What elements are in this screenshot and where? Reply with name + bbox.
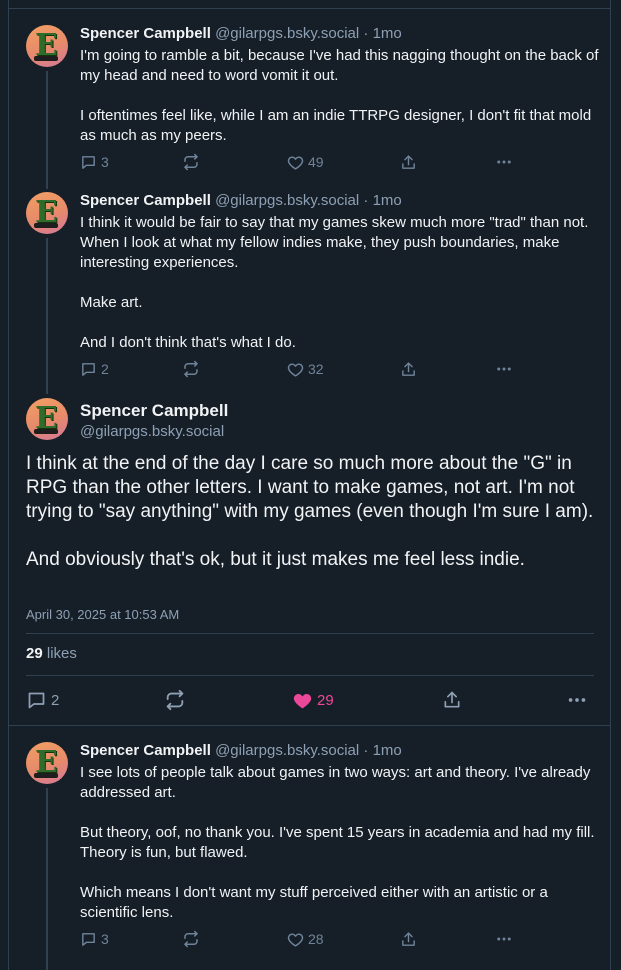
author-handle[interactable]: @gilarpgs.bsky.social xyxy=(215,742,359,759)
more-icon xyxy=(497,937,511,941)
post-actions: 2 32 xyxy=(80,359,520,379)
repost-icon xyxy=(184,930,198,948)
share-button[interactable] xyxy=(400,152,417,172)
more-button[interactable] xyxy=(495,929,513,949)
reply-button[interactable]: 3 xyxy=(80,152,109,172)
like-button[interactable]: 32 xyxy=(287,359,324,379)
more-button[interactable] xyxy=(495,359,513,379)
top-divider xyxy=(8,8,611,9)
post-date[interactable]: April 30, 2025 at 10:53 AM xyxy=(26,606,179,624)
reply-icon xyxy=(82,932,95,946)
repost-button[interactable] xyxy=(182,152,200,172)
avatar[interactable]: E xyxy=(26,398,68,440)
separator-dot: · xyxy=(363,742,369,759)
more-icon xyxy=(497,367,511,371)
reply-button[interactable]: 2 xyxy=(80,359,109,379)
post-text: I'm going to ramble a bit, because I've … xyxy=(80,47,599,144)
like-button[interactable]: 29 xyxy=(292,688,334,712)
author-name[interactable]: Spencer Campbell xyxy=(80,742,211,759)
post[interactable]: Spencer Campbell @gilarpgs.bsky.social ·… xyxy=(80,24,600,146)
repost-button[interactable] xyxy=(164,688,186,712)
heart-icon xyxy=(287,932,304,947)
post-time[interactable]: 1mo xyxy=(373,192,402,209)
repost-icon xyxy=(184,153,198,171)
thread-line xyxy=(46,71,48,189)
divider xyxy=(26,633,594,634)
reply-icon xyxy=(82,155,95,169)
divider xyxy=(8,725,611,726)
reply-icon xyxy=(82,362,95,376)
post-actions: 3 28 xyxy=(80,929,520,949)
post[interactable]: Spencer Campbell @gilarpgs.bsky.social ·… xyxy=(80,741,600,923)
author-name[interactable]: Spencer Campbell xyxy=(80,192,211,209)
share-icon xyxy=(444,691,460,708)
repost-button[interactable] xyxy=(182,359,200,379)
avatar[interactable]: E xyxy=(26,192,68,234)
share-button[interactable] xyxy=(400,929,417,949)
repost-icon xyxy=(184,360,198,378)
like-button[interactable]: 49 xyxy=(287,152,324,172)
share-icon xyxy=(402,154,415,169)
separator-dot: · xyxy=(363,25,369,42)
post-text: I think at the end of the day I care so … xyxy=(26,453,594,570)
post-actions: 2 29 xyxy=(26,688,596,712)
more-button[interactable] xyxy=(495,152,513,172)
more-icon xyxy=(497,160,511,164)
thread-line xyxy=(46,238,48,394)
share-icon xyxy=(402,931,415,946)
heart-icon xyxy=(287,155,304,170)
reply-icon xyxy=(28,692,45,708)
post[interactable]: Spencer Campbell @gilarpgs.bsky.social ·… xyxy=(80,191,600,353)
reply-button[interactable]: 2 xyxy=(26,688,59,712)
post-time[interactable]: 1mo xyxy=(373,25,402,42)
post-time[interactable]: 1mo xyxy=(373,742,402,759)
avatar[interactable]: E xyxy=(26,25,68,67)
repost-button[interactable] xyxy=(182,929,200,949)
author-handle[interactable]: @gilarpgs.bsky.social xyxy=(215,25,359,42)
post-actions: 3 49 xyxy=(80,152,520,172)
repost-icon xyxy=(166,689,184,711)
share-button[interactable] xyxy=(442,688,462,712)
more-icon xyxy=(568,698,586,702)
heart-icon xyxy=(287,362,304,377)
reply-button[interactable]: 3 xyxy=(80,929,109,949)
author-handle[interactable]: @gilarpgs.bsky.social xyxy=(80,422,224,442)
author-name[interactable]: Spencer Campbell xyxy=(80,25,211,42)
author-handle[interactable]: @gilarpgs.bsky.social xyxy=(215,192,359,209)
post-text: I see lots of people talk about games in… xyxy=(80,764,595,921)
separator-dot: · xyxy=(363,192,369,209)
heart-icon xyxy=(293,693,312,708)
like-button[interactable]: 28 xyxy=(287,929,324,949)
more-button[interactable] xyxy=(566,688,588,712)
avatar[interactable]: E xyxy=(26,742,68,784)
author-name[interactable]: Spencer Campbell xyxy=(80,400,228,422)
post-text: I think it would be fair to say that my … xyxy=(80,214,589,351)
divider xyxy=(26,675,594,676)
share-icon xyxy=(402,361,415,376)
share-button[interactable] xyxy=(400,359,417,379)
likes-count[interactable]: 29 likes xyxy=(26,644,77,664)
thread-line xyxy=(46,788,48,970)
